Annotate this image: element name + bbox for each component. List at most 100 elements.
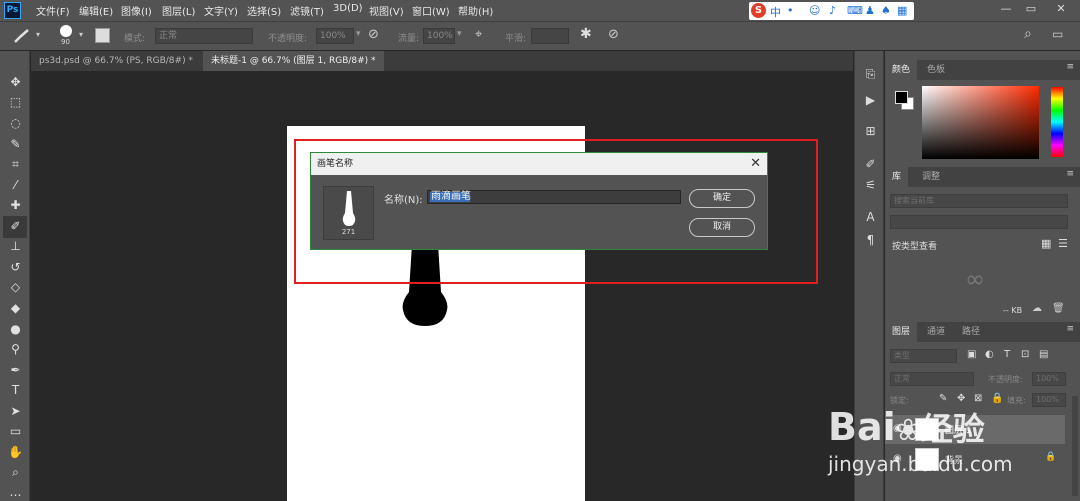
search-icon[interactable]: ⌕ bbox=[1024, 26, 1032, 42]
menu-type[interactable]: 文字(Y) bbox=[204, 3, 238, 18]
tab-layers[interactable]: 图层 bbox=[885, 322, 918, 342]
cloud-icon[interactable]: ☁ bbox=[1032, 303, 1042, 314]
brush-settings-icon[interactable] bbox=[95, 28, 110, 43]
ime-language[interactable]: 中 bbox=[770, 4, 781, 20]
ime-toolbar[interactable]: S 中 • ☺ ♪ ⌨ ♟ ♠ ▦ bbox=[749, 2, 914, 20]
tab-untitled-1[interactable]: 未标题-1 @ 66.7% (图层 1, RGB/8#) * bbox=[203, 51, 384, 71]
menu-window[interactable]: 窗口(W) bbox=[412, 3, 450, 18]
library-search[interactable]: 搜索当前库 bbox=[890, 194, 1068, 208]
adjustment-filter-icon[interactable]: ◐ bbox=[985, 349, 994, 360]
layers-scrollbar[interactable] bbox=[1072, 396, 1078, 496]
marquee-tool-icon[interactable]: ⬚ bbox=[7, 94, 24, 111]
actions-play-icon[interactable]: ▶ bbox=[863, 93, 878, 108]
tab-color[interactable]: 颜色 bbox=[885, 60, 918, 80]
clone-stamp-tool-icon[interactable]: ⊥ bbox=[7, 238, 24, 255]
view-by-type-label[interactable]: 按类型查看 bbox=[892, 239, 937, 252]
pressure-opacity-icon[interactable]: ⊘ bbox=[368, 27, 379, 42]
menu-edit[interactable]: 编辑(E) bbox=[79, 3, 113, 18]
brush-tip-preview[interactable] bbox=[60, 25, 72, 37]
panel-menu-icon[interactable]: ≡ bbox=[1066, 62, 1074, 72]
menu-layer[interactable]: 图层(L) bbox=[162, 3, 195, 18]
menu-image[interactable]: 图像(I) bbox=[121, 3, 152, 18]
list-view-icon[interactable]: ☰ bbox=[1058, 237, 1068, 250]
grid-icon[interactable]: ▦ bbox=[897, 4, 907, 17]
brush-tool-preset-icon[interactable] bbox=[12, 28, 32, 44]
crop-tool-icon[interactable]: ⌗ bbox=[7, 156, 24, 173]
foreground-color-swatch[interactable] bbox=[895, 91, 908, 104]
dodge-tool-icon[interactable]: ⚲ bbox=[7, 341, 24, 358]
tab-channels[interactable]: 通道 bbox=[920, 322, 952, 342]
layer-filter-select[interactable]: 类型 bbox=[890, 349, 957, 363]
layer-opacity-input[interactable]: 100% bbox=[1032, 372, 1066, 386]
tab-swatches[interactable]: 色板 bbox=[920, 60, 952, 80]
zoom-tool-icon[interactable]: ⌕ bbox=[7, 464, 24, 481]
skin-icon[interactable]: ♠ bbox=[881, 4, 891, 17]
pressure-size-icon[interactable]: ⊘ bbox=[608, 27, 619, 42]
cancel-button[interactable]: 取消 bbox=[689, 218, 755, 237]
type-tool-icon[interactable]: T bbox=[7, 382, 24, 399]
panel-menu-icon[interactable]: ≡ bbox=[1066, 324, 1074, 334]
microphone-icon[interactable]: ♪ bbox=[829, 4, 836, 17]
eraser-tool-icon[interactable]: ◇ bbox=[7, 279, 24, 296]
chevron-down-icon[interactable]: ▾ bbox=[79, 30, 83, 39]
lock-all-icon[interactable]: 🔒 bbox=[991, 393, 1003, 404]
user-icon[interactable]: ♟ bbox=[865, 4, 875, 17]
close-icon[interactable]: ✕ bbox=[750, 153, 761, 175]
mode-select[interactable]: 正常 bbox=[155, 28, 253, 44]
close-button[interactable]: ✕ bbox=[1050, 2, 1072, 18]
chevron-down-icon[interactable]: ▾ bbox=[356, 29, 361, 39]
quick-select-tool-icon[interactable]: ✎ bbox=[7, 136, 24, 153]
type-filter-icon[interactable]: T bbox=[1004, 349, 1010, 360]
pixel-filter-icon[interactable]: ▣ bbox=[967, 349, 976, 360]
tab-paths[interactable]: 路径 bbox=[955, 322, 987, 342]
chevron-down-icon[interactable]: ▾ bbox=[457, 29, 462, 39]
minimize-button[interactable]: — bbox=[995, 2, 1017, 18]
brush-settings-icon[interactable]: ⚟ bbox=[863, 178, 878, 193]
tab-adjustments[interactable]: 调整 bbox=[915, 167, 947, 187]
fill-input[interactable]: 100% bbox=[1032, 393, 1066, 407]
hue-slider[interactable] bbox=[1051, 87, 1063, 157]
shape-filter-icon[interactable]: ⊡ bbox=[1021, 349, 1029, 360]
library-select[interactable] bbox=[890, 215, 1068, 229]
lock-pixels-icon[interactable]: ✎ bbox=[939, 393, 947, 404]
opacity-input[interactable]: 100% bbox=[316, 28, 354, 44]
paint-bucket-tool-icon[interactable]: ◆ bbox=[7, 300, 24, 317]
menu-file[interactable]: 文件(F) bbox=[36, 3, 70, 18]
menu-help[interactable]: 帮助(H) bbox=[458, 3, 493, 18]
rectangle-tool-icon[interactable]: ▭ bbox=[7, 423, 24, 440]
smart-object-filter-icon[interactable]: ▤ bbox=[1039, 349, 1048, 360]
move-tool-icon[interactable]: ✥ bbox=[7, 74, 24, 91]
grid-view-icon[interactable]: ▦ bbox=[1041, 237, 1051, 250]
flow-input[interactable]: 100% bbox=[423, 28, 455, 44]
tab-libraries[interactable]: 库 bbox=[885, 167, 909, 187]
color-picker-field[interactable] bbox=[922, 86, 1039, 159]
menu-view[interactable]: 视图(V) bbox=[369, 3, 404, 18]
history-icon[interactable]: ⎘ bbox=[863, 67, 878, 82]
path-select-tool-icon[interactable]: ➤ bbox=[7, 403, 24, 420]
smoothing-input[interactable] bbox=[531, 28, 569, 44]
brush-panel-icon[interactable]: ✐ bbox=[863, 157, 878, 172]
brush-tool-icon[interactable]: ✐ bbox=[7, 218, 24, 235]
chevron-down-icon[interactable]: ▾ bbox=[36, 30, 40, 39]
lock-position-icon[interactable]: ✥ bbox=[957, 393, 965, 404]
emoji-icon[interactable]: ☺ bbox=[809, 4, 820, 17]
pen-tool-icon[interactable]: ✒ bbox=[7, 362, 24, 379]
airbrush-icon[interactable]: ⌖ bbox=[475, 27, 482, 42]
eyedropper-tool-icon[interactable]: ⁄ bbox=[7, 177, 24, 194]
restore-button[interactable]: ▭ bbox=[1020, 2, 1042, 18]
punctuation-icon[interactable]: • bbox=[787, 4, 794, 17]
menu-filter[interactable]: 滤镜(T) bbox=[290, 3, 324, 18]
ok-button[interactable]: 确定 bbox=[689, 189, 755, 208]
trash-icon[interactable]: 🗑 bbox=[1052, 303, 1065, 314]
menu-select[interactable]: 选择(S) bbox=[247, 3, 281, 18]
panel-menu-icon[interactable]: ≡ bbox=[1066, 169, 1074, 179]
workspace-icon[interactable]: ▭ bbox=[1052, 27, 1063, 41]
tab-ps3d[interactable]: ps3d.psd @ 66.7% (PS, RGB/8#) * bbox=[31, 51, 201, 71]
gear-icon[interactable]: ✱ bbox=[580, 26, 592, 42]
more-tools-icon[interactable]: … bbox=[7, 484, 24, 501]
paragraph-icon[interactable]: ¶ bbox=[863, 233, 878, 248]
brush-name-input[interactable]: 雨滴画笔 bbox=[427, 190, 681, 204]
keyboard-icon[interactable]: ⌨ bbox=[847, 4, 863, 17]
lock-artboard-icon[interactable]: ⊠ bbox=[974, 393, 982, 404]
healing-brush-tool-icon[interactable]: ✚ bbox=[7, 197, 24, 214]
